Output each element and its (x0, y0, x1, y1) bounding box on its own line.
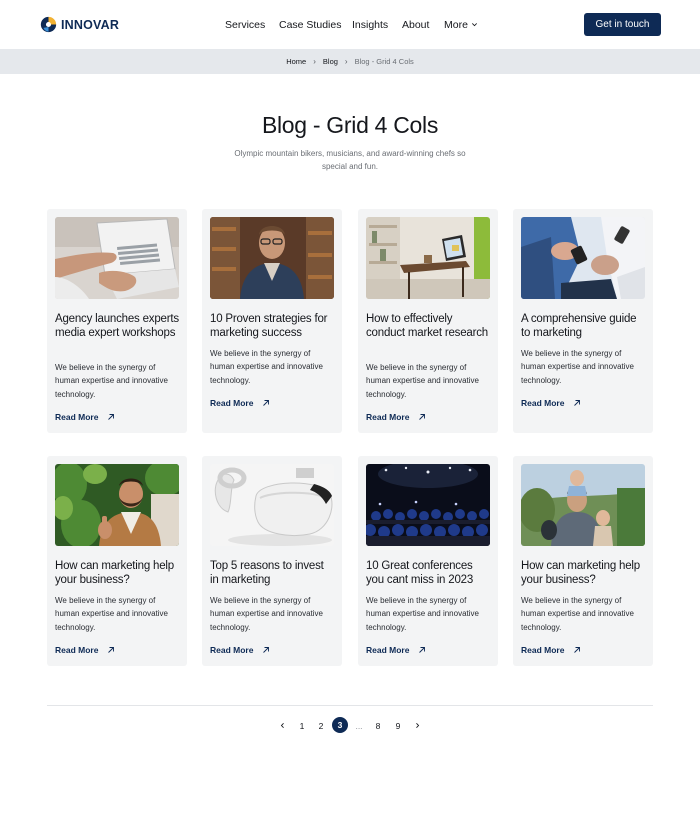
breadcrumb-blog[interactable]: Blog (323, 57, 338, 66)
post-excerpt: We believe in the synergy of human exper… (366, 596, 479, 632)
logo[interactable]: INNOVAR (40, 16, 119, 33)
post-image-laptop-typing[interactable] (55, 217, 179, 299)
read-more-link[interactable]: Read More (55, 412, 115, 422)
post-excerpt: We believe in the synergy of human exper… (210, 349, 323, 385)
post-title[interactable]: 10 Great conferences you cant miss in 20… (366, 559, 490, 587)
post-image-vr-headset[interactable] (210, 464, 334, 546)
post-card[interactable]: Agency launches experts media expert wor… (47, 209, 187, 433)
read-more-label: Read More (366, 645, 410, 655)
post-title[interactable]: 10 Proven strategies for marketing succe… (210, 312, 334, 340)
divider (47, 705, 653, 706)
brand-name: INNOVAR (61, 17, 120, 32)
read-more-link[interactable]: Read More (521, 398, 581, 408)
post-title[interactable]: How to effectively conduct market resear… (366, 312, 490, 340)
post-card[interactable]: 10 Great conferences you cant miss in 20… (358, 456, 498, 666)
arrow-up-right-icon (419, 647, 426, 653)
post-card[interactable]: How to effectively conduct market resear… (358, 209, 498, 433)
post-image-handshake-phones[interactable] (521, 217, 645, 299)
get-in-touch-button[interactable]: Get in touch (584, 13, 661, 36)
read-more-link[interactable]: Read More (210, 645, 270, 655)
arrow-up-right-icon (108, 647, 115, 653)
nav-case-studies[interactable]: Case Studies (279, 19, 341, 31)
post-excerpt: We believe in the synergy of human exper… (521, 596, 634, 632)
read-more-label: Read More (55, 412, 99, 422)
post-image-desk-with-laptop[interactable] (366, 217, 490, 299)
read-more-label: Read More (210, 398, 254, 408)
nav-more-dropdown[interactable]: More (444, 19, 478, 31)
read-more-label: Read More (210, 645, 254, 655)
read-more-link[interactable]: Read More (366, 412, 426, 422)
read-more-link[interactable]: Read More (210, 398, 270, 408)
post-title[interactable]: A comprehensive guide to marketing (521, 312, 645, 340)
page-3-current[interactable]: 3 (332, 717, 348, 733)
breadcrumb: Home › Blog › Blog - Grid 4 Cols (0, 49, 700, 74)
page-subtitle: Olympic mountain bikers, musicians, and … (234, 149, 466, 171)
breadcrumb-home[interactable]: Home (286, 57, 306, 66)
arrow-up-right-icon (419, 414, 426, 420)
post-excerpt: We believe in the synergy of human exper… (55, 363, 168, 399)
post-title[interactable]: How can marketing help your business? (55, 559, 179, 587)
logo-mark-icon (40, 16, 57, 33)
post-title[interactable]: How can marketing help your business? (521, 559, 645, 587)
prev-page-button[interactable] (277, 717, 287, 734)
post-image-family-outdoors[interactable] (521, 464, 645, 546)
post-excerpt: We believe in the synergy of human exper… (55, 596, 168, 632)
post-card[interactable]: Top 5 reasons to invest in marketing We … (202, 456, 342, 666)
page-ellipsis: ... (355, 720, 363, 731)
arrow-up-right-icon (574, 647, 581, 653)
read-more-label: Read More (366, 412, 410, 422)
read-more-label: Read More (55, 645, 99, 655)
post-excerpt: We believe in the synergy of human exper… (366, 363, 479, 399)
read-more-label: Read More (521, 398, 565, 408)
post-card[interactable]: How can marketing help your business? We… (47, 456, 187, 666)
post-card[interactable]: A comprehensive guide to marketing We be… (513, 209, 653, 433)
read-more-link[interactable]: Read More (521, 645, 581, 655)
arrow-up-right-icon (108, 414, 115, 420)
post-excerpt: We believe in the synergy of human exper… (521, 349, 634, 385)
post-title[interactable]: Agency launches experts media expert wor… (55, 312, 179, 340)
post-excerpt: We believe in the synergy of human exper… (210, 596, 323, 632)
post-card[interactable]: How can marketing help your business? We… (513, 456, 653, 666)
page-title: Blog - Grid 4 Cols (261, 112, 439, 138)
page-9[interactable]: 9 (393, 717, 403, 734)
breadcrumb-current: Blog - Grid 4 Cols (354, 57, 414, 66)
chevron-right-icon: › (344, 57, 348, 66)
page-2[interactable]: 2 (316, 717, 326, 734)
post-image-bearded-man-thumbs-up[interactable] (55, 464, 179, 546)
page-8[interactable]: 8 (373, 717, 383, 734)
nav-about[interactable]: About (402, 19, 429, 31)
post-image-conference-audience[interactable] (366, 464, 490, 546)
post-card[interactable]: 10 Proven strategies for marketing succe… (202, 209, 342, 433)
nav-more-label: More (444, 18, 468, 31)
chevron-down-icon (471, 23, 477, 27)
page-1[interactable]: 1 (297, 717, 307, 734)
read-more-label: Read More (521, 645, 565, 655)
read-more-link[interactable]: Read More (366, 645, 426, 655)
read-more-link[interactable]: Read More (55, 645, 115, 655)
arrow-up-right-icon (263, 400, 270, 406)
chevron-left-icon (280, 723, 284, 728)
nav-insights[interactable]: Insights (352, 19, 388, 31)
nav-services[interactable]: Services (225, 19, 265, 31)
post-title[interactable]: Top 5 reasons to invest in marketing (210, 559, 334, 587)
chevron-right-icon (415, 723, 419, 728)
arrow-up-right-icon (263, 647, 270, 653)
site-header: INNOVAR Services Case Studies Insights A… (0, 0, 700, 49)
next-page-button[interactable] (412, 717, 422, 734)
post-image-man-with-glasses[interactable] (210, 217, 334, 299)
arrow-up-right-icon (574, 400, 581, 406)
chevron-right-icon: › (313, 57, 316, 66)
